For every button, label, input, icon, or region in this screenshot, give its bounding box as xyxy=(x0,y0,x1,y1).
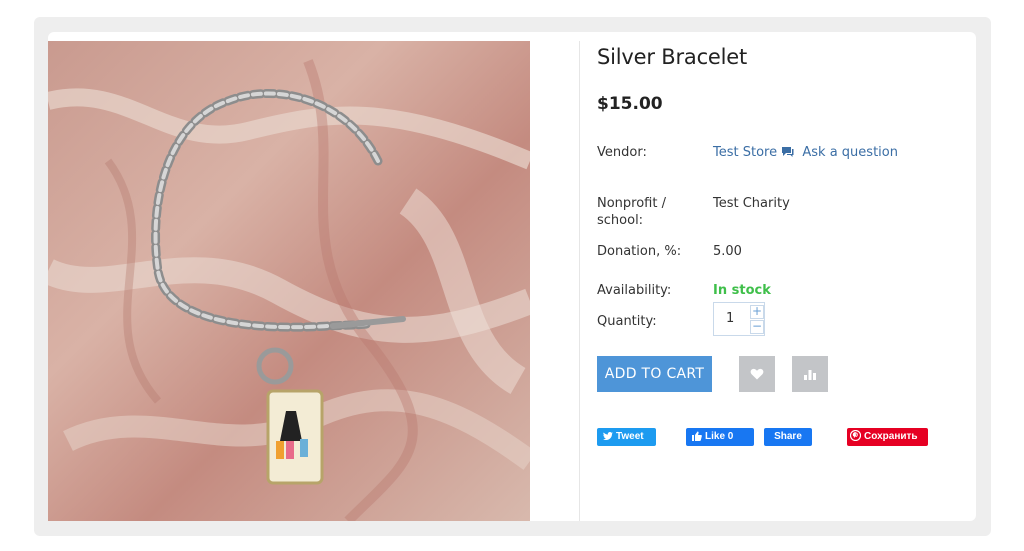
quantity-label: Quantity: xyxy=(597,314,657,329)
pinterest-label: Сохранить xyxy=(864,431,918,442)
donation-label: Donation, %: xyxy=(597,244,682,259)
availability-label: Availability: xyxy=(597,283,672,298)
twitter-icon xyxy=(603,432,613,441)
ask-question-link[interactable]: Ask a question xyxy=(802,145,898,160)
chat-bubble-icon[interactable] xyxy=(781,145,794,162)
quantity-increase-button[interactable]: + xyxy=(750,305,764,319)
product-price: $15.00 xyxy=(597,94,663,114)
add-to-compare-button[interactable] xyxy=(792,356,828,392)
vendor-label: Vendor: xyxy=(597,145,647,160)
quantity-input[interactable]: 1 xyxy=(726,311,746,326)
product-image[interactable] xyxy=(48,41,580,521)
pinterest-save-button[interactable]: Сохранить xyxy=(847,428,928,446)
quantity-decrease-button[interactable]: − xyxy=(750,320,764,334)
pinterest-icon xyxy=(850,430,861,441)
product-title: Silver Bracelet xyxy=(597,45,748,69)
add-to-cart-button[interactable]: ADD TO CART xyxy=(597,356,712,392)
nonprofit-value: Test Charity xyxy=(713,196,790,211)
donation-value: 5.00 xyxy=(713,244,742,259)
bracelet-photo xyxy=(48,41,530,521)
tweet-button[interactable]: Tweet xyxy=(597,428,656,446)
nonprofit-label: Nonprofit / school: xyxy=(597,196,666,228)
quantity-stepper[interactable]: 1 + − xyxy=(713,302,765,336)
facebook-like-label: Like 0 xyxy=(705,431,734,442)
vendor-row: Test Store Ask a question xyxy=(713,144,898,162)
facebook-share-button[interactable]: Share xyxy=(764,428,812,446)
heart-icon xyxy=(750,368,764,380)
availability-value: In stock xyxy=(713,283,771,298)
add-to-wishlist-button[interactable] xyxy=(739,356,775,392)
facebook-like-button[interactable]: Like 0 xyxy=(686,428,754,446)
tweet-label: Tweet xyxy=(616,431,644,442)
thumbs-up-icon xyxy=(692,431,702,441)
bar-chart-icon xyxy=(804,370,816,380)
vendor-link[interactable]: Test Store xyxy=(713,145,777,160)
